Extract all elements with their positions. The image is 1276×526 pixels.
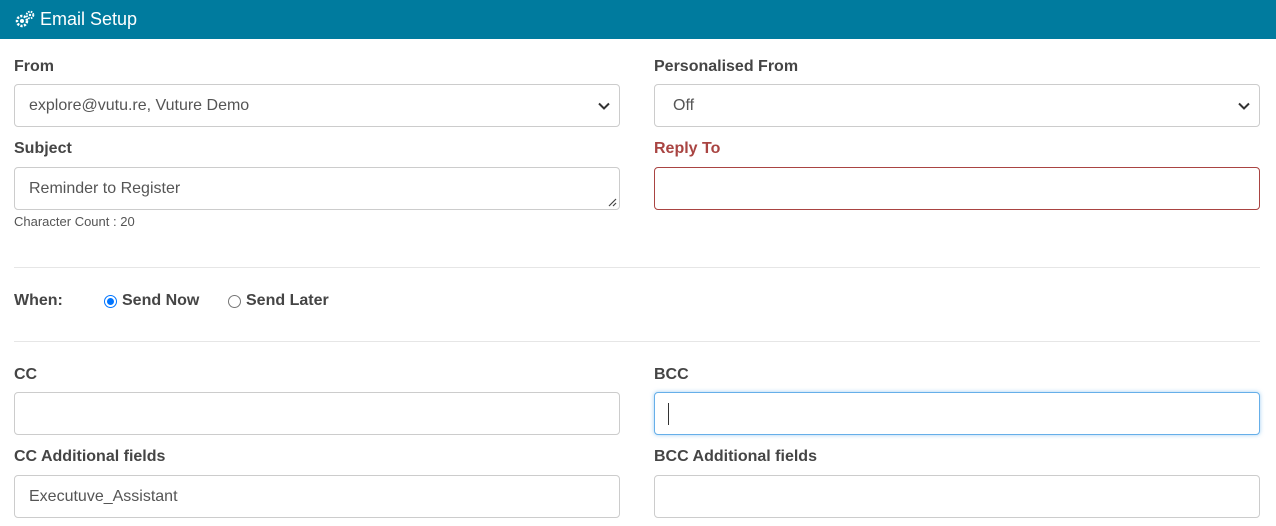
cc-additional-value: Executuve_Assistant bbox=[29, 487, 178, 505]
from-label: From bbox=[14, 58, 54, 75]
subject-label: Subject bbox=[14, 140, 72, 157]
send-later-label: Send Later bbox=[246, 292, 329, 309]
cc-label: CC bbox=[14, 366, 38, 383]
cc-additional-label: CC Additional fields bbox=[14, 448, 166, 465]
personalised-from-select[interactable]: Off bbox=[654, 84, 1260, 127]
chevron-down-icon bbox=[598, 102, 610, 110]
personalised-from-value: Off bbox=[673, 96, 695, 114]
subject-value: Reminder to Register bbox=[29, 179, 181, 197]
section-divider bbox=[14, 267, 1260, 268]
bcc-additional-label: BCC Additional fields bbox=[654, 448, 817, 465]
from-select[interactable]: explore@vutu.re, Vuture Demo bbox=[14, 84, 620, 127]
subject-textarea[interactable]: Reminder to Register bbox=[14, 167, 620, 210]
personalised-from-label: Personalised From bbox=[654, 58, 799, 75]
radio-unchecked-icon[interactable] bbox=[228, 294, 241, 308]
cc-input[interactable] bbox=[14, 392, 620, 435]
send-now-label: Send Now bbox=[122, 292, 200, 309]
radio-checked-icon[interactable] bbox=[104, 294, 117, 308]
bcc-label: BCC bbox=[654, 366, 689, 383]
gears-icon bbox=[14, 10, 36, 30]
text-cursor bbox=[668, 402, 669, 425]
bcc-additional-input[interactable] bbox=[654, 475, 1260, 518]
section-divider bbox=[14, 341, 1260, 342]
resize-handle-icon[interactable] bbox=[607, 197, 617, 207]
character-count: Character Count : 20 bbox=[14, 214, 135, 229]
panel-header: Email Setup bbox=[0, 0, 1276, 39]
radio-send-later[interactable]: Send Later bbox=[228, 292, 329, 310]
from-select-value: explore@vutu.re, Vuture Demo bbox=[29, 96, 250, 114]
when-label: When: bbox=[14, 292, 63, 309]
radio-send-now[interactable]: Send Now bbox=[104, 292, 199, 310]
chevron-down-icon bbox=[1238, 102, 1250, 110]
reply-to-label: Reply To bbox=[654, 140, 721, 157]
reply-to-input[interactable] bbox=[654, 167, 1260, 210]
bcc-input[interactable] bbox=[654, 392, 1260, 435]
panel-title: Email Setup bbox=[40, 9, 138, 29]
cc-additional-input[interactable]: Executuve_Assistant bbox=[14, 475, 620, 518]
